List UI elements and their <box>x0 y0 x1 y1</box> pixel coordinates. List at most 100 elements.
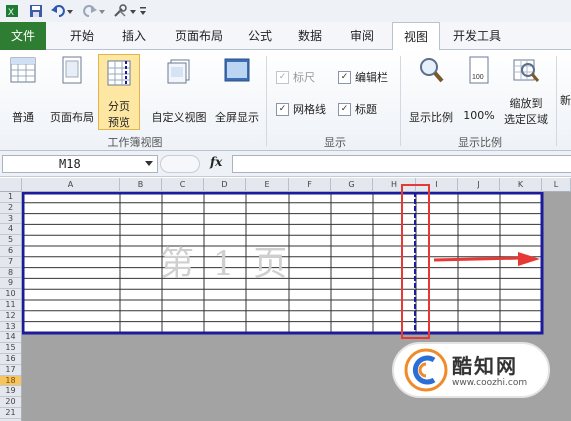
customize-icon[interactable] <box>138 3 148 19</box>
new-window-label: 新 <box>560 94 571 107</box>
tab-view[interactable]: 视图 <box>392 22 440 52</box>
new-window-button[interactable]: 新 <box>560 92 571 108</box>
formula-bar-check-icon: ✓ <box>338 70 351 84</box>
gridlines-label: 网格线 <box>293 103 326 116</box>
column-header[interactable]: F <box>289 178 331 192</box>
custom-views-icon <box>167 59 190 84</box>
zoom-button[interactable]: 显示比例 <box>406 56 456 125</box>
ruler-checkbox[interactable]: ✓ 标尺 <box>276 69 315 85</box>
name-box[interactable]: M18 <box>2 155 158 173</box>
row-header[interactable]: 2 <box>0 203 21 214</box>
row-header[interactable]: 15 <box>0 343 21 354</box>
normal-view-button[interactable]: 普通 <box>4 56 42 125</box>
row-header[interactable]: 18 <box>0 375 21 387</box>
row-header[interactable]: 12 <box>0 311 21 322</box>
row-header[interactable]: 6 <box>0 246 21 257</box>
svg-text:100: 100 <box>472 74 484 81</box>
coozhi-logo-icon <box>404 348 448 392</box>
row-header[interactable]: 3 <box>0 214 21 225</box>
ribbon-tab-bar: 文件 开始 插入 页面布局 公式 数据 审阅 视图 开发工具 <box>0 22 571 52</box>
column-header[interactable]: D <box>204 178 246 192</box>
formula-input[interactable] <box>232 155 571 173</box>
full-screen-button[interactable]: 全屏显示 <box>212 56 262 125</box>
zoom-label: 显示比例 <box>409 111 453 124</box>
headings-label: 标题 <box>355 103 377 116</box>
page-break-preview-icon <box>107 60 131 86</box>
undo-icon[interactable] <box>50 3 74 19</box>
name-box-value: M18 <box>59 157 81 171</box>
page-break-preview-canvas[interactable]: 第 1 页 酷知网 www.coozhi.com <box>22 184 571 421</box>
page-break-preview-label-1: 分页 <box>108 100 130 113</box>
row-header[interactable]: 14 <box>0 332 21 344</box>
select-all-corner[interactable] <box>0 178 22 192</box>
workbook-views-group-label: 工作簿视图 <box>107 136 163 149</box>
column-header[interactable]: E <box>246 178 289 192</box>
tools-icon[interactable] <box>112 3 138 19</box>
page-break-highlight <box>401 184 430 339</box>
full-screen-label: 全屏显示 <box>215 111 259 124</box>
magnifier-icon <box>420 58 444 83</box>
tab-data[interactable]: 数据 <box>288 22 332 50</box>
ribbon: 普通 页面布局 分页 预览 自定义视图 全屏显示 工作簿视图 ✓ 标尺 ✓ 编辑… <box>0 50 571 151</box>
formula-bar-checkbox[interactable]: ✓ 编辑栏 <box>338 69 388 85</box>
row-header[interactable]: 16 <box>0 354 21 365</box>
row-header[interactable]: 19 <box>0 386 21 398</box>
row-header[interactable]: 7 <box>0 257 21 268</box>
page-break-preview-button[interactable]: 分页 预览 <box>98 54 140 130</box>
zoom-to-selection-button[interactable]: 缩放到 选定区域 <box>500 56 552 127</box>
formula-bar-resize-handle[interactable] <box>160 155 200 173</box>
column-header[interactable]: G <box>331 178 373 192</box>
site-watermark-logo: 酷知网 www.coozhi.com <box>392 342 550 398</box>
zoom-to-selection-label-2: 选定区域 <box>504 113 548 126</box>
zoom-to-selection-icon <box>513 59 540 82</box>
redo-icon[interactable] <box>82 3 106 19</box>
column-header[interactable]: L <box>542 178 571 192</box>
tab-review[interactable]: 审阅 <box>340 22 384 50</box>
excel-app-icon[interactable]: X <box>6 3 18 19</box>
save-icon[interactable] <box>28 3 44 19</box>
column-header[interactable]: C <box>162 178 204 192</box>
row-header[interactable]: 13 <box>0 322 21 333</box>
headings-checkbox[interactable]: ✓ 标题 <box>338 101 377 117</box>
normal-view-label: 普通 <box>12 111 34 124</box>
row-header[interactable]: 17 <box>0 365 21 376</box>
column-header[interactable]: K <box>500 178 542 192</box>
insert-function-button[interactable]: fx <box>210 155 222 169</box>
full-screen-icon <box>224 58 250 82</box>
row-header[interactable]: 1 <box>0 192 21 203</box>
logo-site-url: www.coozhi.com <box>452 378 528 388</box>
page-layout-view-button[interactable]: 页面布局 <box>44 56 100 125</box>
row-header[interactable]: 21 <box>0 408 21 419</box>
headings-check-icon: ✓ <box>338 102 351 116</box>
row-headers: 1 2 3 4 5 6 7 8 9 10 11 12 13 14 15 16 17 18 19 20 21 <box>0 192 22 421</box>
row-header[interactable]: 11 <box>0 300 21 311</box>
column-header[interactable]: A <box>22 178 120 192</box>
svg-text:X: X <box>8 7 14 17</box>
column-header[interactable]: B <box>120 178 162 192</box>
tab-home[interactable]: 开始 <box>58 22 106 50</box>
logo-site-name: 酷知网 <box>452 354 518 378</box>
group-separator <box>400 56 401 146</box>
tab-file[interactable]: 文件 <box>0 22 46 50</box>
row-header[interactable]: 8 <box>0 268 21 279</box>
custom-views-button[interactable]: 自定义视图 <box>148 56 210 125</box>
row-header[interactable]: 4 <box>0 224 21 236</box>
tab-page-layout[interactable]: 页面布局 <box>164 22 234 50</box>
tab-insert[interactable]: 插入 <box>112 22 156 50</box>
zoom-100-button[interactable]: 100 100% <box>460 56 498 122</box>
row-header[interactable]: 10 <box>0 289 21 300</box>
name-box-dropdown-icon[interactable] <box>145 161 153 167</box>
row-header[interactable]: 5 <box>0 235 21 246</box>
gridlines-checkbox[interactable]: ✓ 网格线 <box>276 101 326 117</box>
row-header[interactable]: 20 <box>0 397 21 408</box>
page-layout-view-label: 页面布局 <box>50 111 94 124</box>
ruler-label: 标尺 <box>293 71 315 84</box>
zoom-group-label: 显示比例 <box>458 136 502 149</box>
tab-formulas[interactable]: 公式 <box>240 22 280 50</box>
ruler-check-icon: ✓ <box>276 70 289 84</box>
column-header[interactable]: J <box>458 178 500 192</box>
zoom-100-icon: 100 <box>469 56 489 84</box>
drag-direction-arrow-icon <box>433 252 540 266</box>
tab-developer[interactable]: 开发工具 <box>446 22 508 50</box>
row-header[interactable]: 9 <box>0 278 21 290</box>
